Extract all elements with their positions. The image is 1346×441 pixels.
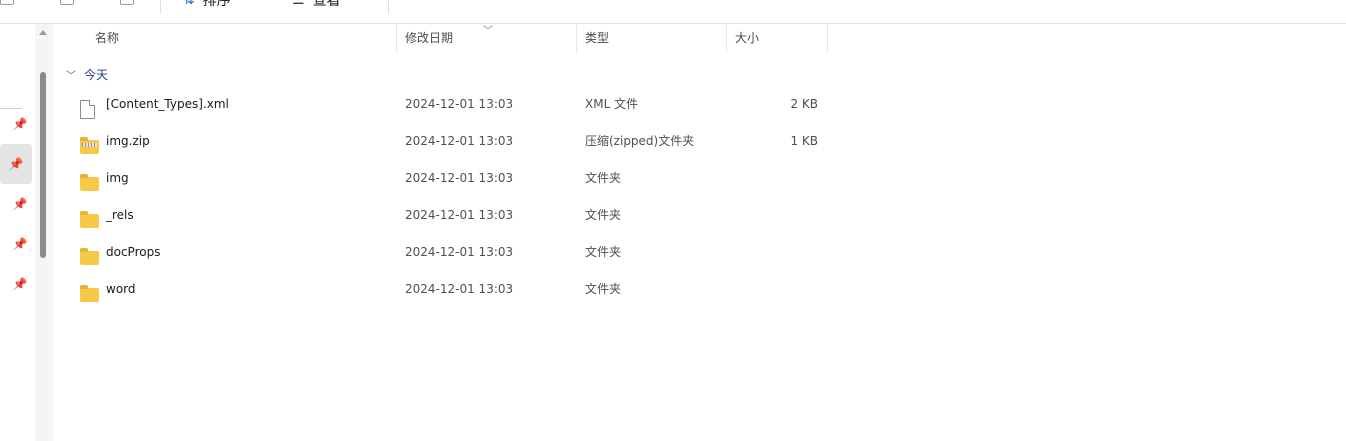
- file-size: [728, 160, 818, 197]
- folder-icon: [80, 234, 102, 271]
- file-size: 1 KB: [790, 134, 818, 148]
- toolbar-divider: [160, 0, 161, 14]
- nav-divider: [0, 108, 22, 109]
- command-bar: ⇅ 排序 ☰ 查看: [0, 0, 1346, 24]
- file-row[interactable]: docProps 2024-12-01 13:03 文件夹: [52, 234, 1346, 271]
- file-modified-date: 2024-12-01 13:03: [405, 245, 514, 259]
- navigation-pane: 📌 📌 📌 📌 📌: [0, 24, 53, 441]
- file-size: 2 KB: [790, 97, 818, 111]
- group-title: 今天: [84, 67, 109, 82]
- sort-label: 排序: [202, 0, 231, 9]
- view-lines-icon: ☰: [292, 0, 305, 8]
- sort-arrows-icon: ⇅: [183, 0, 195, 8]
- file-name[interactable]: img.zip: [106, 123, 150, 160]
- file-modified-date: 2024-12-01 13:03: [405, 97, 514, 111]
- column-header-name[interactable]: 名称: [87, 24, 397, 53]
- view-button[interactable]: ☰ 查看: [292, 0, 341, 10]
- pin-icon[interactable]: 📌: [12, 196, 28, 212]
- file-size: [728, 197, 818, 234]
- file-row[interactable]: img.zip 2024-12-01 13:03 压缩(zipped)文件夹 1 KB: [52, 123, 1346, 160]
- zip-folder-icon: [80, 123, 102, 160]
- pin-icon[interactable]: 📌: [0, 144, 32, 184]
- group-header[interactable]: ﹀ 今天: [66, 64, 108, 84]
- file-modified-date: 2024-12-01 13:03: [405, 208, 514, 222]
- file-type: 文件夹: [585, 282, 622, 296]
- file-name[interactable]: img: [106, 160, 129, 197]
- file-name[interactable]: word: [106, 271, 136, 308]
- column-header-type[interactable]: 类型: [577, 24, 727, 53]
- file-type: 文件夹: [585, 171, 622, 185]
- folder-icon: [80, 271, 102, 308]
- rename-icon[interactable]: [60, 0, 74, 5]
- file-row[interactable]: [Content_Types].xml 2024-12-01 13:03 XML 文…: [52, 86, 1346, 123]
- folder-icon: [80, 197, 102, 234]
- file-name[interactable]: docProps: [106, 234, 160, 271]
- column-header-size[interactable]: 大小: [727, 24, 828, 53]
- file-type: 文件夹: [585, 245, 622, 259]
- column-headers: 名称 修改日期 类型 大小 ﹀: [52, 24, 1346, 53]
- file-row[interactable]: _rels 2024-12-01 13:03 文件夹: [52, 197, 1346, 234]
- view-label: 查看: [312, 0, 341, 9]
- file-modified-date: 2024-12-01 13:03: [405, 282, 514, 296]
- file-size: [728, 271, 818, 308]
- folder-icon: [80, 160, 102, 197]
- file-type: 文件夹: [585, 208, 622, 222]
- pin-icon[interactable]: 📌: [12, 116, 28, 132]
- file-type: 压缩(zipped)文件夹: [585, 134, 695, 148]
- share-icon[interactable]: [0, 0, 14, 5]
- delete-icon[interactable]: [120, 0, 134, 5]
- document-icon: [80, 86, 102, 123]
- file-row[interactable]: word 2024-12-01 13:03 文件夹: [52, 271, 1346, 308]
- pin-icon[interactable]: 📌: [12, 276, 28, 292]
- scroll-up-arrow-icon[interactable]: [39, 30, 47, 35]
- pin-icon[interactable]: 📌: [12, 236, 28, 252]
- file-size: [728, 234, 818, 271]
- file-modified-date: 2024-12-01 13:03: [405, 171, 514, 185]
- file-name[interactable]: [Content_Types].xml: [106, 86, 229, 123]
- file-row[interactable]: img 2024-12-01 13:03 文件夹: [52, 160, 1346, 197]
- file-name[interactable]: _rels: [106, 197, 134, 234]
- toolbar-divider: [388, 0, 389, 14]
- sort-descending-icon: ﹀: [483, 26, 493, 37]
- file-type: XML 文件: [585, 97, 639, 111]
- scrollbar-thumb[interactable]: [40, 72, 46, 258]
- file-modified-date: 2024-12-01 13:03: [405, 134, 514, 148]
- sort-button[interactable]: ⇅ 排序: [183, 0, 231, 10]
- chevron-down-icon[interactable]: ﹀: [66, 67, 76, 82]
